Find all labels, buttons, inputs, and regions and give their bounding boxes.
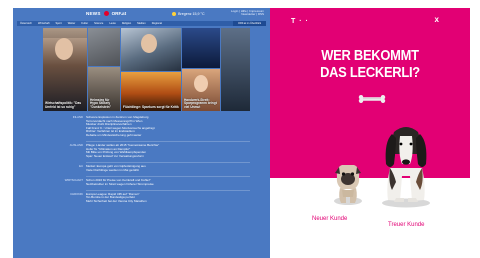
section-label[interactable]: INLAND: [43, 115, 83, 120]
close-icon[interactable]: x: [435, 15, 439, 24]
divider: [86, 162, 250, 164]
nav-item[interactable]: Leute: [106, 21, 119, 26]
hero-story-photo[interactable]: Flüchtlinge: Sparkurs sorgt für Kritik: [121, 72, 181, 111]
divider: [86, 141, 250, 143]
ad-headline: WER BEKOMMT DAS LECKERLI?: [284, 47, 456, 81]
hero-caption: Heimsieg für Hypo Stokely "Dunkelstein": [90, 97, 112, 110]
headline-link[interactable]: Debatte um Mindestsicherung geht weiter: [86, 134, 250, 138]
section-label[interactable]: EU: [43, 165, 83, 169]
news-section: INLAND Schwere Explosion in Zentrum von …: [43, 115, 250, 138]
section-label[interactable]: AUSLAND: [43, 144, 83, 148]
ad-magenta-panel: [270, 8, 470, 178]
weather-text: Bregenz 15,9 °C: [178, 11, 205, 16]
header-link-line[interactable]: Newsletter | RSS: [231, 12, 264, 16]
news-section: AUSLAND Pflege: Länder wollen ab 2015 "G…: [43, 144, 250, 158]
hero-story-photo[interactable]: [182, 28, 220, 68]
nav-item[interactable]: Österreich: [17, 21, 35, 26]
nav-overview-link[interactable]: ORF.at im Überblick: [232, 21, 266, 26]
news-header: NEWS ORF.at Bregenz 15,9 °C Login | Hilf…: [13, 8, 270, 19]
nav-item[interactable]: Regional: [149, 21, 165, 26]
news-navigation: Österreich Wirtschaft Sport Wetter Kultu…: [17, 21, 266, 26]
news-section: CHRONIK Europa League: Rapid trifft auf …: [43, 192, 250, 204]
news-section: EU Merkel: Europa geht von Gipfel-Einigu…: [43, 165, 250, 172]
nav-item[interactable]: Kultur: [78, 21, 91, 26]
sun-icon: [172, 11, 177, 16]
news-headline-list: INLAND Schwere Explosion in Zentrum von …: [43, 115, 250, 207]
loyal-customer-label: Treuer Kunde: [388, 222, 425, 228]
hero-story-photo[interactable]: [121, 28, 181, 71]
headline-link[interactable]: Netzbetreiber im Streit wegen höherer St…: [86, 183, 250, 187]
weather-widget[interactable]: Bregenz 15,9 °C: [172, 11, 205, 16]
orf-dot-icon: [103, 11, 109, 16]
basset-hound-icon: [382, 127, 430, 208]
headline-link[interactable]: Spar: Neuer Entwurf zur Verwaltungsrefor…: [86, 155, 250, 159]
section-label[interactable]: WIRTSCHAFT: [43, 178, 83, 183]
hero-caption: Flüchtlinge: Sparkurs sorgt für Kritik: [123, 105, 179, 110]
dog-bone-icon: [358, 95, 386, 103]
telekom-logo: T · ·: [291, 18, 309, 25]
person-photo: [55, 38, 73, 60]
hero-story-photo[interactable]: [221, 28, 250, 111]
headline-link[interactable]: Mehr Sicherheit bei der Vienna City Mara…: [86, 200, 250, 204]
new-customer-label: Neuer Kunde: [312, 216, 348, 222]
nav-item[interactable]: Wetter: [65, 21, 79, 26]
brand-orf-text: ORF.at: [111, 11, 127, 16]
headline-link[interactable]: Viele Flüchtlinge werden im Mai gezählt: [86, 169, 250, 173]
news-section: WIRTSCHAFT Schon 2016 für Preise von Ker…: [43, 178, 250, 187]
nav-item[interactable]: Sport: [53, 21, 65, 26]
section-label[interactable]: CHRONIK: [43, 192, 83, 197]
brand-news-text: NEWS: [86, 11, 101, 16]
hero-caption: Wirtschaftspolitik: "Das Umfeld ist so r…: [45, 101, 82, 110]
person-photo: [194, 75, 208, 92]
news-portal: NEWS ORF.at Bregenz 15,9 °C Login | Hilf…: [13, 8, 270, 258]
hero-image-grid: Wirtschaftspolitik: "Das Umfeld ist so r…: [43, 28, 250, 111]
hero-story-photo[interactable]: Handwerk-Streit: Sparprogramm bringt vie…: [182, 69, 220, 111]
hero-caption: Handwerk-Streit: Sparprogramm bringt vie…: [184, 97, 217, 110]
news-logo[interactable]: NEWS ORF.at: [86, 11, 126, 16]
nav-item[interactable]: Religion: [119, 21, 134, 26]
divider: [86, 175, 250, 177]
ad-headline-line: DAS LECKERLI?: [320, 64, 420, 81]
hero-story-photo[interactable]: [88, 28, 120, 66]
nav-item[interactable]: Medien: [134, 21, 149, 26]
photo-shade: [43, 28, 87, 38]
header-links[interactable]: Login | Hilfe | Impressum Newsletter | R…: [231, 9, 264, 17]
nav-item[interactable]: Science: [91, 21, 106, 26]
hero-story-portrait[interactable]: Wirtschaftspolitik: "Das Umfeld ist so r…: [43, 28, 87, 111]
hero-story-photo[interactable]: Heimsieg für Hypo Stokely "Dunkelstein": [88, 67, 120, 111]
person-photo: [141, 34, 157, 53]
pug-icon: [334, 165, 362, 205]
ad-headline-line: WER BEKOMMT: [321, 47, 419, 64]
nav-item[interactable]: Wirtschaft: [35, 21, 53, 26]
divider: [86, 189, 250, 191]
telekom-ad-overlay[interactable]: T · · x WER BEKOMMT DAS LECKERLI? Neuer …: [270, 8, 470, 258]
